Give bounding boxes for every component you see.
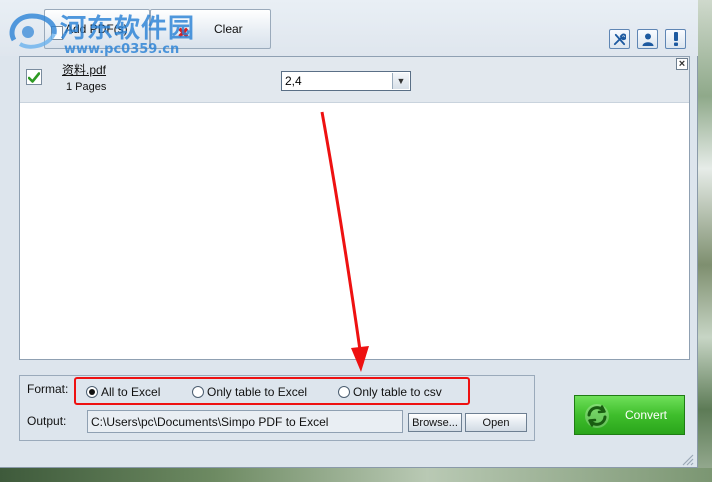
close-icon[interactable]: × [676, 58, 688, 70]
open-button[interactable]: Open [465, 413, 527, 432]
resize-grip-icon[interactable] [680, 452, 694, 466]
desktop-background [698, 0, 712, 482]
checkmark-icon [28, 71, 40, 83]
format-radio-group: All to Excel Only table to Excel Only ta… [74, 377, 470, 405]
page-range-combobox[interactable]: ▼ [281, 71, 411, 91]
radio-only-table-to-excel-label: Only table to Excel [207, 385, 308, 399]
convert-label: Convert [625, 408, 668, 422]
desktop-background-bottom [0, 468, 712, 482]
toolbar: Add PDF(s) ✖ Clear [0, 0, 698, 56]
radio-dot-selected[interactable] [86, 386, 98, 398]
page-range-input[interactable] [282, 72, 392, 90]
output-label: Output: [27, 414, 67, 428]
format-label: Format: [27, 382, 69, 396]
convert-button[interactable]: Convert [574, 395, 685, 435]
user-icon-glyph [642, 33, 653, 46]
clear-button[interactable]: ✖ Clear [150, 9, 271, 49]
add-pdf-button[interactable]: Add PDF(s) [44, 9, 150, 49]
clear-x-icon: ✖ [177, 25, 190, 42]
add-pdf-label: Add PDF(s) [65, 22, 128, 36]
wrench-icon-glyph [613, 33, 626, 45]
wrench-icon[interactable] [609, 29, 630, 49]
browse-button[interactable]: Browse... [408, 413, 462, 432]
file-name[interactable]: 资料.pdf [62, 61, 106, 78]
radio-all-to-excel-label: All to Excel [101, 385, 161, 399]
add-document-icon [51, 26, 63, 40]
file-page-count: 1 Pages [66, 81, 107, 93]
user-icon[interactable] [637, 29, 658, 49]
radio-only-table-to-excel[interactable]: Only table to Excel [192, 385, 307, 399]
exclamation-icon-glyph [673, 32, 678, 46]
exclamation-icon[interactable] [665, 29, 686, 49]
radio-dot[interactable] [338, 386, 350, 398]
file-list: 资料.pdf 1 Pages ▼ × [19, 56, 690, 360]
chevron-down-icon[interactable]: ▼ [392, 73, 409, 89]
refresh-icon [585, 404, 609, 428]
radio-only-table-to-csv[interactable]: Only table to csv [338, 385, 442, 399]
file-checkbox[interactable] [26, 69, 42, 85]
radio-dot[interactable] [192, 386, 204, 398]
file-row[interactable]: 资料.pdf 1 Pages ▼ × [20, 57, 689, 103]
clear-label: Clear [214, 22, 243, 36]
options-panel: Format: All to Excel Only table to Excel… [19, 375, 535, 441]
radio-only-table-to-csv-label: Only table to csv [353, 385, 442, 399]
output-path-field[interactable] [87, 410, 403, 433]
radio-all-to-excel[interactable]: All to Excel [86, 385, 160, 399]
app-window: Add PDF(s) ✖ Clear 河东软件园 www.pc0359.cn 资… [0, 0, 698, 468]
